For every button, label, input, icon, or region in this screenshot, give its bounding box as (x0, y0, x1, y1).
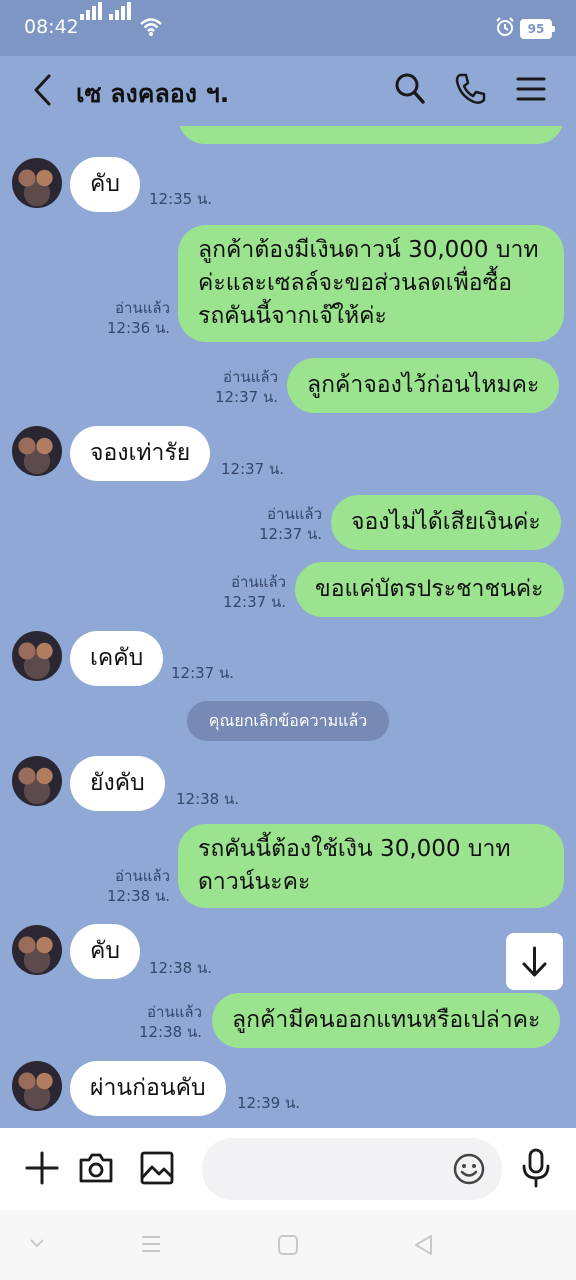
back-icon[interactable] (30, 72, 54, 108)
message-time: 12:37 น. (222, 593, 286, 611)
message-time: 12:35 น. (149, 190, 213, 208)
back-nav-icon[interactable] (412, 1233, 434, 1257)
search-icon[interactable] (394, 72, 426, 106)
message-meta: อ่านแล้ว 12:38 น. (139, 1002, 202, 1042)
avatar[interactable] (12, 756, 62, 806)
incoming-message[interactable]: คับ (70, 924, 140, 979)
composer-bar (0, 1128, 576, 1210)
alarm-icon (496, 17, 514, 36)
avatar[interactable] (12, 925, 62, 975)
message-meta: อ่านแล้ว 12:38 น. (107, 866, 170, 906)
arrow-down-icon (522, 946, 547, 977)
incoming-message[interactable]: คับ (70, 157, 140, 212)
message-time: 12:37 น. (171, 664, 235, 682)
chat-area[interactable]: คับ 12:35 น. อ่านแล้ว 12:36 น. ลูกค้าต้อ… (0, 126, 576, 1128)
message-time: 12:38 น. (106, 887, 170, 905)
message-meta: อ่านแล้ว 12:37 น. (223, 572, 286, 612)
read-receipt: อ่านแล้ว (115, 299, 170, 317)
outgoing-message[interactable]: จองไม่ได้เสียเงินค่ะ (331, 495, 561, 550)
avatar[interactable] (12, 158, 62, 208)
home-icon[interactable] (277, 1234, 299, 1256)
incoming-message[interactable]: ยังคับ (70, 756, 165, 811)
read-receipt: อ่านแล้ว (267, 505, 322, 523)
incoming-message[interactable]: ผ่านก่อนคับ (70, 1061, 226, 1116)
message-line: ดาวน์นะคะ (198, 869, 311, 895)
message-time: 12:39 น. (237, 1094, 301, 1112)
avatar[interactable] (12, 631, 62, 681)
read-receipt: อ่านแล้ว (147, 1003, 202, 1021)
read-receipt: อ่านแล้ว (115, 867, 170, 885)
plus-icon[interactable] (24, 1150, 60, 1186)
emoji-icon[interactable] (452, 1152, 486, 1186)
outgoing-message[interactable]: ขอแค่บัตรประชาชนค่ะ (295, 562, 564, 617)
status-bar: 08:42 95 (0, 0, 576, 56)
message-meta: อ่านแล้ว 12:36 น. (107, 298, 170, 338)
image-icon[interactable] (139, 1150, 175, 1186)
read-receipt: อ่านแล้ว (223, 368, 278, 386)
message-time: 12:37 น. (258, 525, 322, 543)
phone-icon[interactable] (454, 72, 486, 106)
message-meta: อ่านแล้ว 12:37 น. (259, 504, 322, 544)
read-receipt: อ่านแล้ว (231, 573, 286, 591)
avatar[interactable] (12, 426, 62, 476)
message-time: 12:38 น. (176, 790, 240, 808)
message-line: รถคันนี้จากเจ๊ให้ค่ะ (198, 303, 387, 329)
message-time: 12:37 น. (221, 460, 285, 478)
incoming-message[interactable]: เคคับ (70, 631, 164, 686)
outgoing-message[interactable]: ลูกค้าต้องมีเงินดาวน์ 30,000 บาท ค่ะและเ… (178, 225, 564, 342)
status-time: 08:42 (24, 16, 79, 38)
scroll-down-button[interactable] (506, 933, 563, 990)
message-line: รถคันนี้ต้องใช้เงิน 30,000 บาท (198, 836, 511, 862)
wifi-icon (140, 18, 162, 36)
outgoing-message[interactable]: รถคันนี้ต้องใช้เงิน 30,000 บาท ดาวน์นะคะ (178, 824, 564, 908)
battery-icon: 95 (520, 19, 555, 39)
recent-apps-icon[interactable] (140, 1234, 162, 1254)
outgoing-message[interactable]: ลูกค้ามีคนออกแทนหรือเปล่าคะ (212, 993, 561, 1048)
system-nav-bar (0, 1210, 576, 1280)
message-time: 12:37 น. (214, 388, 278, 406)
chat-header: เซ ลงคลอง ฯ. (0, 56, 576, 126)
camera-icon[interactable] (78, 1150, 114, 1186)
partial-outgoing-bubble (178, 126, 564, 144)
avatar[interactable] (12, 1061, 62, 1111)
incoming-message[interactable]: จองเท่ารัย (70, 426, 211, 481)
message-time: 12:38 น. (149, 959, 213, 977)
chevron-down-icon[interactable] (28, 1236, 46, 1250)
outgoing-message[interactable]: ลูกค้าจองไว้ก่อนไหมคะ (287, 358, 560, 413)
message-line: ค่ะและเซลล์จะขอส่วนลดเพื่อซื้อ (198, 270, 513, 296)
menu-icon[interactable] (516, 76, 546, 102)
system-notice: คุณยกเลิกข้อความแล้ว (187, 701, 389, 741)
mic-icon[interactable] (520, 1148, 552, 1188)
chat-title[interactable]: เซ ลงคลอง ฯ. (76, 74, 229, 114)
message-time: 12:38 น. (138, 1023, 202, 1041)
message-time: 12:36 น. (106, 319, 170, 337)
message-meta: อ่านแล้ว 12:37 น. (215, 367, 278, 407)
message-line: ลูกค้าต้องมีเงินดาวน์ 30,000 บาท (198, 237, 539, 263)
